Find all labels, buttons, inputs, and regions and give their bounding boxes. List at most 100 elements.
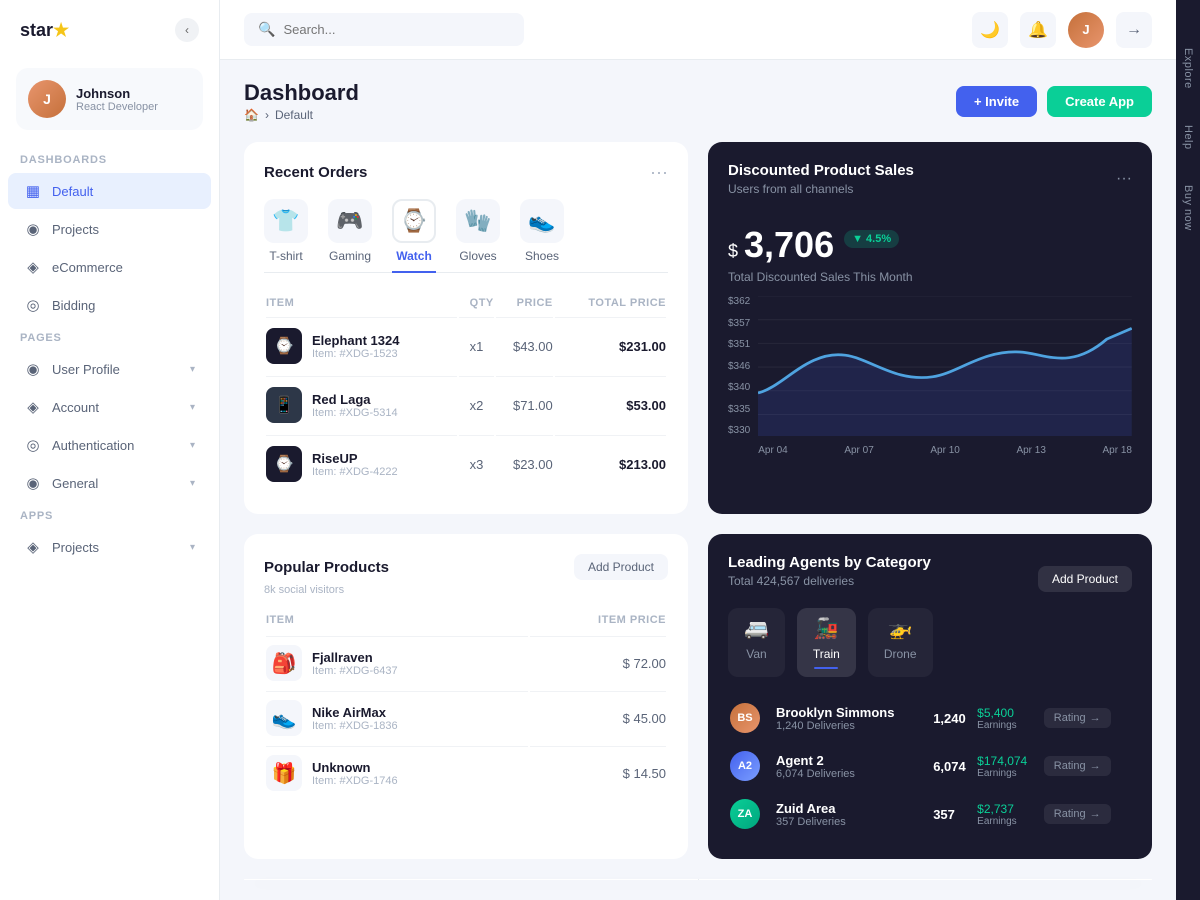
popular-products-header: Popular Products Add Product (264, 554, 668, 580)
agent-info-cell: Brooklyn Simmons 1,240 Deliveries (768, 695, 931, 741)
page-title: Dashboard (244, 80, 359, 106)
sidebar-item-projects-app[interactable]: ◈ Projects ▾ (8, 529, 211, 565)
tab-underline (814, 667, 838, 669)
x-axis-labels: Apr 04 Apr 07 Apr 10 Apr 13 Apr 18 (758, 445, 1132, 456)
right-tab-buynow[interactable]: Buy now (1178, 177, 1198, 239)
sales-menu-icon[interactable]: ··· (1116, 170, 1132, 188)
y-label: $330 (728, 425, 750, 436)
agent-name: Zuid Area (776, 801, 931, 816)
order-item-cell: ⌚ Elephant 1324 Item: #XDG-1523 (266, 317, 457, 374)
right-tab-help[interactable]: Help (1178, 117, 1198, 158)
order-item-img: 📱 (266, 387, 302, 423)
rating-button[interactable]: Rating → (1044, 708, 1111, 728)
agent-count-cell: 6,074 (933, 743, 975, 789)
topbar: 🔍 🌙 🔔 J → (220, 0, 1176, 60)
table-row: BS Brooklyn Simmons 1,240 Deliveries 1,2… (730, 695, 1130, 741)
sales-label: Total Discounted Sales This Month (728, 270, 1132, 284)
rating-label: Rating (1054, 808, 1086, 820)
amount-value: 3,706 (744, 224, 834, 266)
y-label: $357 (728, 318, 750, 329)
search-box[interactable]: 🔍 (244, 13, 524, 46)
sidebar-item-projects[interactable]: ◉ Projects (8, 211, 211, 247)
agent-rating-cell: Rating → (1044, 695, 1130, 741)
invite-button[interactable]: + Invite (956, 86, 1037, 117)
tab-watch[interactable]: ⌚ Watch (392, 199, 436, 273)
agent-avatar: BS (730, 703, 760, 733)
chevron-down-icon: ▾ (190, 542, 195, 553)
agent-earnings-cell: $2,737 Earnings (977, 791, 1042, 837)
theme-icon[interactable]: 🌙 (972, 12, 1008, 48)
order-item-img: ⌚ (266, 328, 302, 364)
agent-cell: A2 (730, 743, 766, 789)
sidebar-item-general[interactable]: ◉ General ▾ (8, 465, 211, 501)
watch-icon: ⌚ (392, 199, 436, 243)
sales-badge: ▼ 4.5% (844, 230, 899, 248)
tab-van[interactable]: 🚐 Van (728, 608, 785, 677)
sidebar-item-bidding[interactable]: ◎ Bidding (8, 287, 211, 323)
order-total: $53.00 (555, 376, 666, 433)
recent-orders-menu-icon[interactable]: ··· (650, 162, 668, 183)
tshirt-icon: 👕 (264, 199, 308, 243)
account-icon: ◈ (24, 398, 42, 416)
tab-drone[interactable]: 🚁 Drone (868, 608, 933, 677)
chevron-down-icon: ▾ (190, 402, 195, 413)
chart-area-fill (758, 328, 1132, 436)
arrow-right-icon[interactable]: → (1116, 12, 1152, 48)
recent-orders-title: Recent Orders (264, 164, 367, 181)
search-input[interactable] (283, 22, 510, 37)
chevron-down-icon: ▾ (190, 440, 195, 451)
product-tabs: 👕 T-shirt 🎮 Gaming ⌚ Watch 🧤 Gloves (264, 199, 668, 273)
x-label: Apr 18 (1103, 445, 1132, 456)
add-product-button[interactable]: Add Product (574, 554, 668, 580)
tab-gloves[interactable]: 🧤 Gloves (456, 199, 500, 273)
rating-button[interactable]: Rating → (1044, 756, 1111, 776)
tab-gaming[interactable]: 🎮 Gaming (328, 199, 372, 273)
agents-subtitle: Total 424,567 deliveries (728, 574, 931, 588)
sales-subtitle: Users from all channels (728, 182, 914, 196)
sidebar-item-ecommerce[interactable]: ◈ eCommerce (8, 249, 211, 285)
tab-label: Train (813, 647, 840, 661)
list-item: 🎁 Unknown Item: #XDG-1746 $ 14.50 (266, 746, 666, 799)
notification-icon[interactable]: 🔔 (1020, 12, 1056, 48)
rating-button[interactable]: Rating → (1044, 804, 1111, 824)
order-item-img: ⌚ (266, 446, 302, 482)
list-item: 👟 Nike AirMax Item: #XDG-1836 $ 45.00 (266, 691, 666, 744)
sidebar-collapse-button[interactable]: ‹ (175, 18, 199, 42)
earnings-label: Earnings (977, 816, 1042, 827)
col-price: ITEM PRICE (530, 610, 666, 634)
product-sku: Item: #XDG-1746 (312, 775, 398, 787)
y-label: $346 (728, 361, 750, 372)
user-card: J Johnson React Developer (16, 68, 203, 130)
sidebar-item-default[interactable]: ▦ Default (8, 173, 211, 209)
avatar: J (28, 80, 66, 118)
sidebar-item-label: Projects (52, 540, 99, 555)
shoes-icon: 👟 (520, 199, 564, 243)
agent-earnings: $174,074 (977, 754, 1042, 768)
sidebar-item-user-profile[interactable]: ◉ User Profile ▾ (8, 351, 211, 387)
tab-shoes[interactable]: 👟 Shoes (520, 199, 564, 273)
sidebar-item-label: Bidding (52, 298, 95, 313)
tab-train[interactable]: 🚂 Train (797, 608, 856, 677)
product-name: Unknown (312, 760, 398, 775)
add-product-agents-button[interactable]: Add Product (1038, 566, 1132, 592)
gloves-icon: 🧤 (456, 199, 500, 243)
chart-wrapper: Apr 04 Apr 07 Apr 10 Apr 13 Apr 18 (758, 296, 1132, 456)
tab-tshirt[interactable]: 👕 T-shirt (264, 199, 308, 273)
topbar-avatar[interactable]: J (1068, 12, 1104, 48)
currency-symbol: $ (728, 241, 738, 262)
arrow-right-icon: → (1090, 712, 1101, 724)
create-app-button[interactable]: Create App (1047, 86, 1152, 117)
right-tab-explore[interactable]: Explore (1178, 40, 1198, 97)
gaming-label: Gaming (329, 249, 371, 263)
agent-earnings: $2,737 (977, 802, 1042, 816)
x-label: Apr 04 (758, 445, 787, 456)
sidebar-item-authentication[interactable]: ◎ Authentication ▾ (8, 427, 211, 463)
sidebar-item-account[interactable]: ◈ Account ▾ (8, 389, 211, 425)
projects-app-icon: ◈ (24, 538, 42, 556)
promo-bootstrap: B Bootstrap 5 (244, 879, 698, 880)
product-item-cell: 🎁 Unknown Item: #XDG-1746 (266, 746, 528, 799)
ecommerce-icon: ◈ (24, 258, 42, 276)
sidebar: star★ ‹ J Johnson React Developer DASHBO… (0, 0, 220, 900)
discounted-sales-card: Discounted Product Sales Users from all … (708, 142, 1152, 514)
van-icon: 🚐 (744, 616, 769, 641)
